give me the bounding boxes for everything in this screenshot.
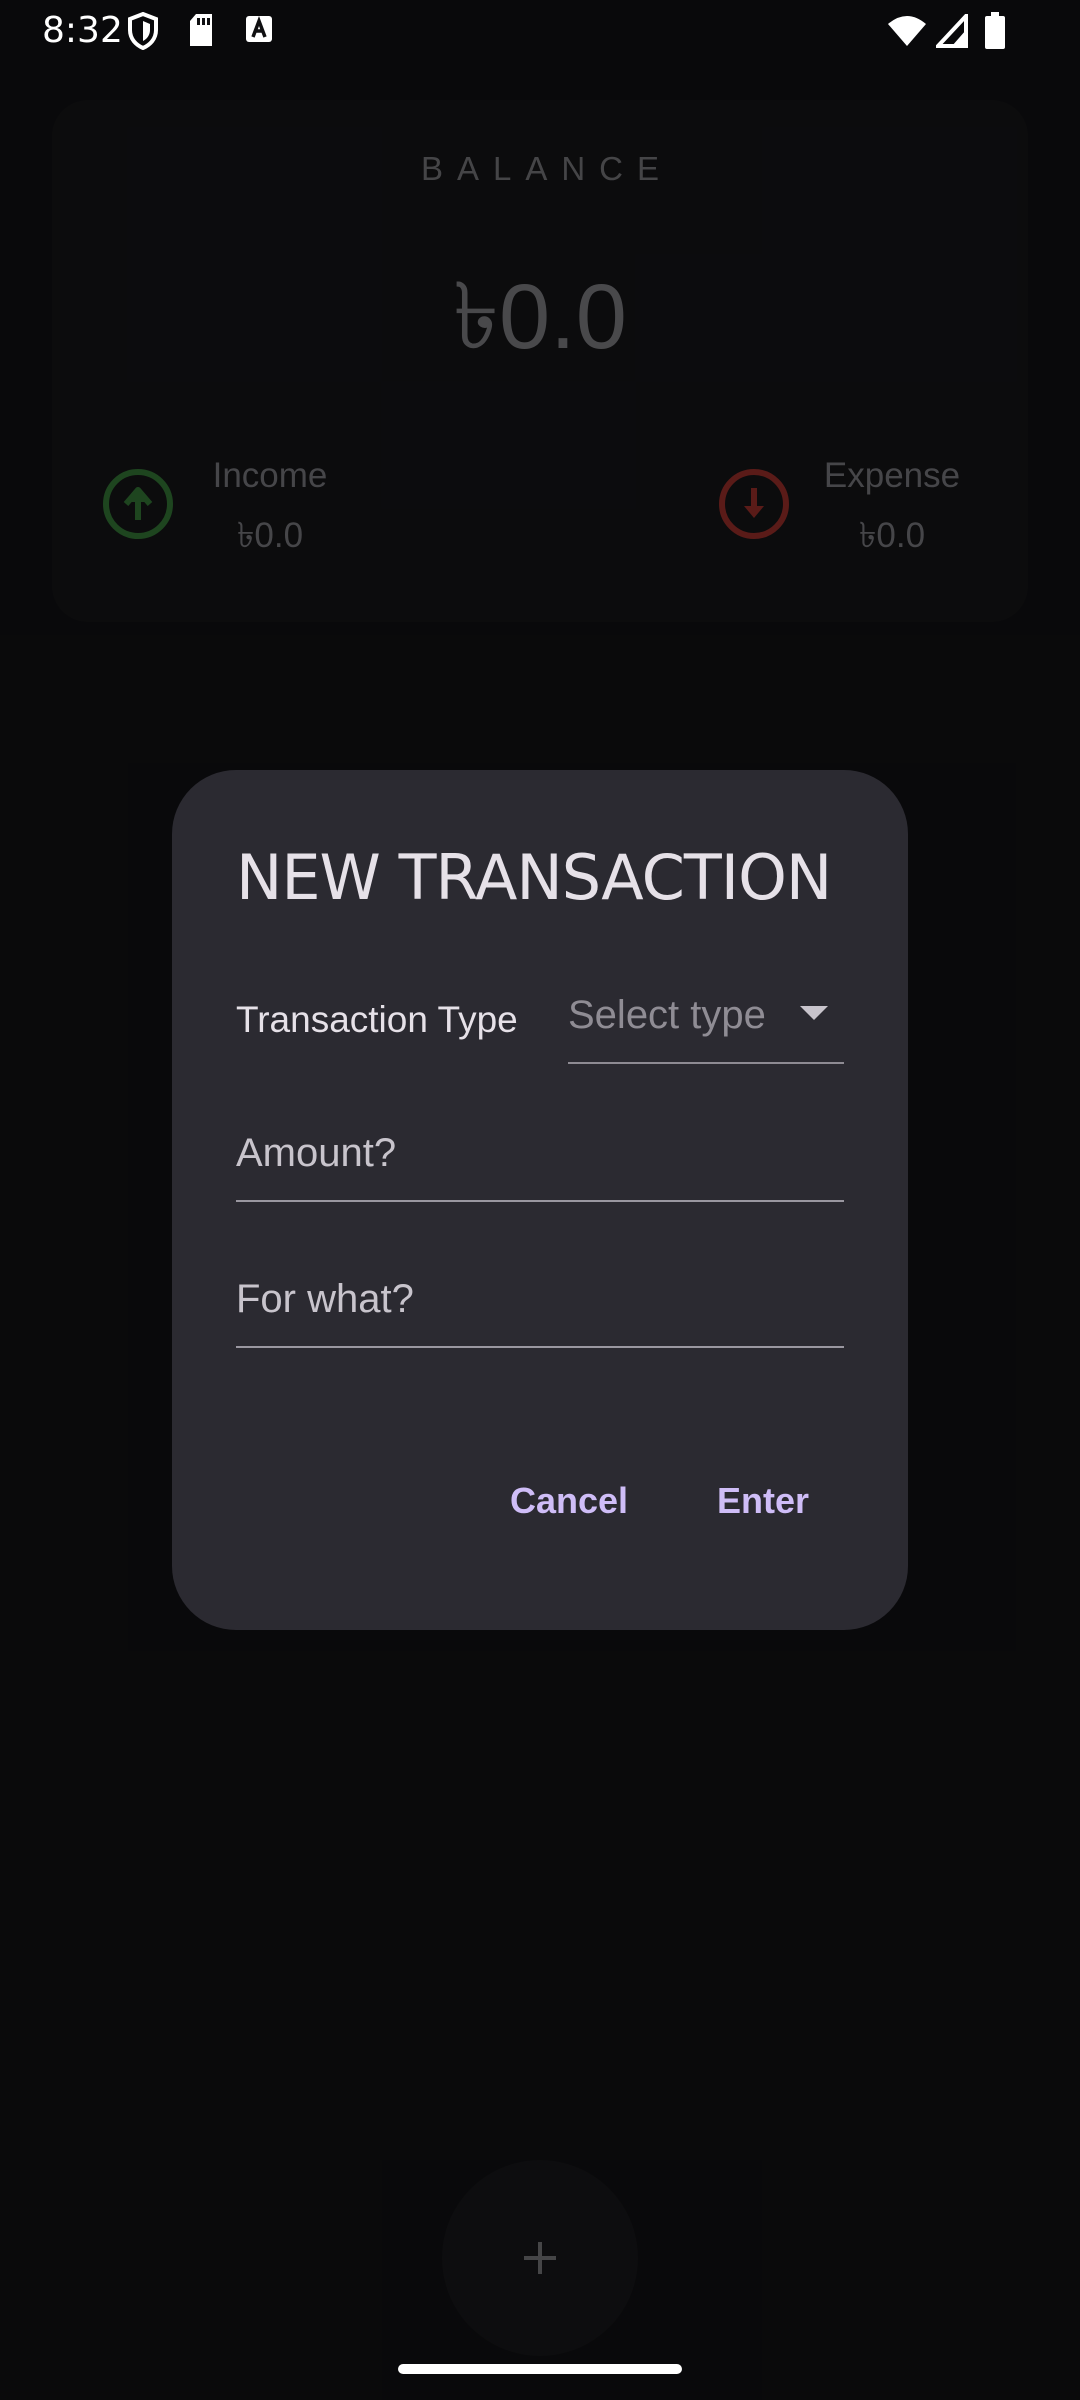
status-time: 8:32 <box>42 10 123 51</box>
sd-card-icon <box>188 12 214 53</box>
home-indicator[interactable] <box>398 2364 682 2374</box>
transaction-type-placeholder: Select type <box>568 993 766 1037</box>
transaction-type-dropdown[interactable]: Select type <box>568 976 844 1064</box>
battery-icon <box>984 12 1006 55</box>
shield-icon <box>128 11 158 55</box>
wifi-icon <box>886 14 928 53</box>
enter-button[interactable]: Enter <box>717 1480 809 1522</box>
screen: 8:32 BALANCE ৳0.0 Income ৳0.0 Expense ৳0… <box>0 0 1080 2400</box>
cell-signal-icon <box>933 10 968 53</box>
for-what-field-container <box>236 1242 844 1348</box>
transaction-type-label: Transaction Type <box>236 999 518 1040</box>
dialog-title: NEW TRANSACTION <box>236 841 832 914</box>
cancel-button[interactable]: Cancel <box>510 1480 628 1522</box>
for-what-input[interactable] <box>236 1242 844 1346</box>
a-box-icon <box>244 12 274 51</box>
amount-input[interactable] <box>236 1096 844 1200</box>
amount-field-container <box>236 1096 844 1202</box>
status-bar: 8:32 <box>0 0 1080 62</box>
dropdown-arrow-icon <box>800 1006 828 1022</box>
